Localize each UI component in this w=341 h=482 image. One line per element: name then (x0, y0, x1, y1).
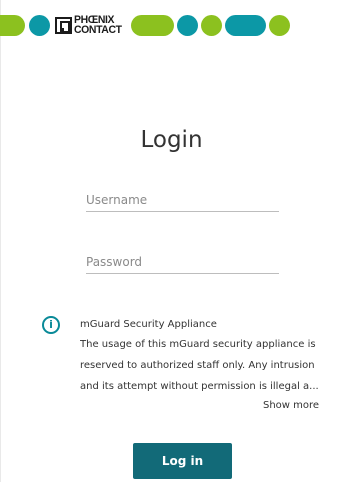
brand-dot-green-2 (269, 14, 291, 36)
security-notice: mGuard Security Appliance The usage of t… (80, 316, 328, 397)
show-more-link[interactable]: Show more (263, 400, 319, 411)
phoenix-logo-mark-icon (55, 16, 72, 34)
notice-body: The usage of this mGuard security applia… (80, 334, 328, 397)
brand-bar: PHŒNIX CONTACT (0, 12, 291, 38)
brand-dot-teal (29, 14, 50, 36)
notice-line: reserved to authorized staff only. Any i… (80, 360, 315, 371)
login-title: Login (140, 127, 203, 153)
logo-text-line2: CONTACT (74, 24, 122, 36)
phoenix-contact-logo: PHŒNIX CONTACT (55, 14, 124, 36)
notice-title: mGuard Security Appliance (80, 319, 217, 330)
login-page: PHŒNIX CONTACT Login i mGuard Security A… (0, 0, 341, 482)
brand-dot-green (201, 14, 223, 36)
brand-dot-teal-2 (177, 14, 199, 36)
brand-pill-green (131, 14, 175, 36)
brand-shape-green-left (0, 14, 25, 36)
info-icon: i (42, 316, 60, 334)
login-button[interactable]: Log in (133, 443, 232, 479)
password-input[interactable] (86, 250, 279, 274)
notice-line: The usage of this mGuard security applia… (80, 339, 316, 350)
username-input[interactable] (86, 188, 279, 212)
notice-line: and its attempt without permission is il… (80, 381, 319, 392)
brand-pill-teal (225, 14, 267, 36)
